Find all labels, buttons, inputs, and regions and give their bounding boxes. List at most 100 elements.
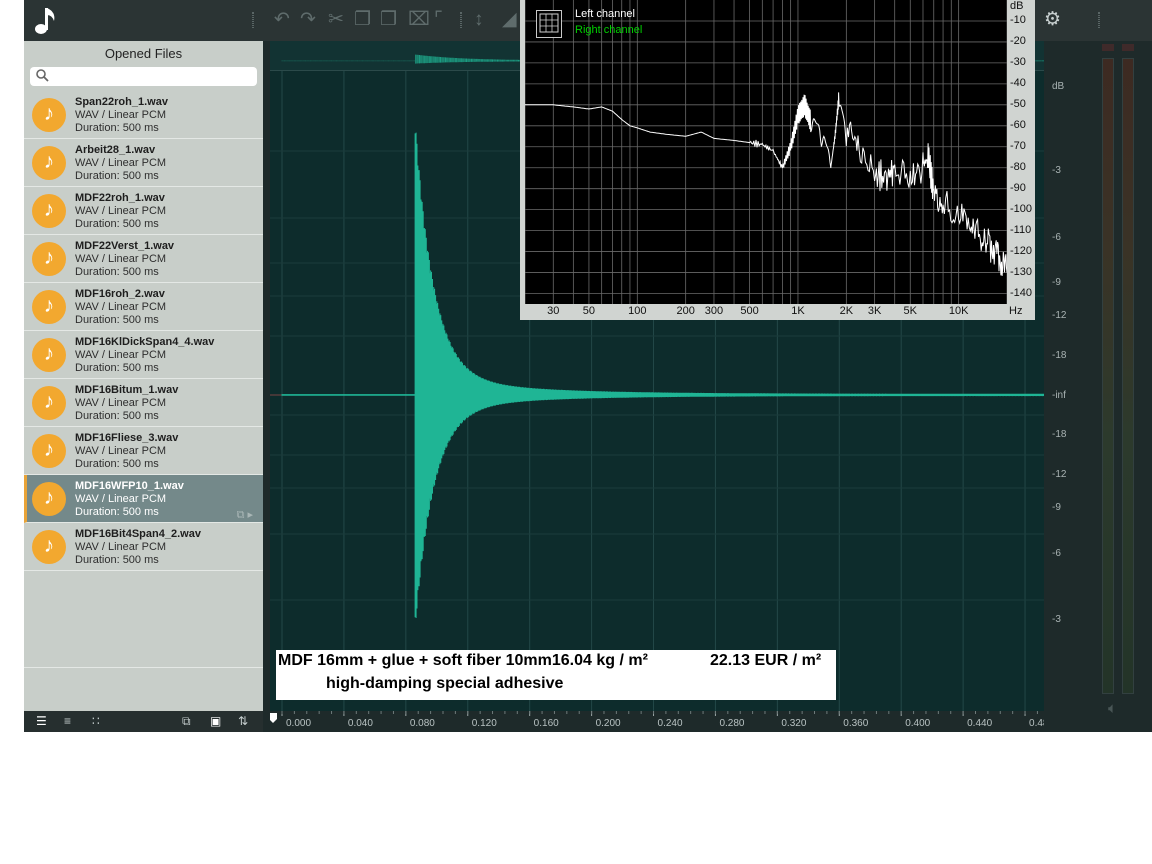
audio-file-icon: ♪: [32, 530, 66, 564]
file-name: Span22roh_1.wav: [75, 96, 168, 108]
toolbar-separator: [1098, 12, 1100, 28]
redo-icon[interactable]: ↷: [300, 10, 316, 30]
meter-peak-right: [1122, 44, 1134, 51]
link-icon[interactable]: ⧉ ▸: [237, 508, 253, 522]
spectrum-y-label: -130: [1010, 265, 1033, 278]
file-format: WAV / Linear PCM: [75, 493, 167, 505]
app-logo-music-note-icon[interactable]: [32, 4, 60, 36]
legend-left-channel: Left channel: [575, 8, 635, 20]
spectrum-y-label: -50: [1010, 97, 1026, 110]
sort-icon[interactable]: ⇅: [238, 714, 248, 728]
spectrum-y-label: -40: [1010, 76, 1026, 89]
amplitude-label: -6: [1052, 232, 1061, 243]
caption-line2: high-damping special adhesive: [326, 675, 564, 692]
file-duration: Duration: 500 ms: [75, 170, 159, 182]
file-list-item[interactable]: ♪ MDF16KlDickSpan4_4.wav WAV / Linear PCM D…: [24, 331, 263, 379]
fade-icon[interactable]: ◢: [502, 10, 517, 30]
file-list-empty-area: [24, 667, 263, 668]
time-label: 0.040: [348, 718, 373, 729]
file-list-item[interactable]: ♪ MDF16Bitum_1.wav WAV / Linear PCM Duratio…: [24, 379, 263, 427]
file-list-item[interactable]: ♪ MDF16Bit4Span4_2.wav WAV / Linear PCM Dur…: [24, 523, 263, 571]
file-format: WAV / Linear PCM: [75, 397, 167, 409]
search-input[interactable]: [52, 68, 252, 84]
time-label: 0.400: [905, 718, 930, 729]
opened-files-panel: Opened Files ♪ Span22roh_1.wav WAV / Linea…: [24, 41, 263, 711]
file-format: WAV / Linear PCM: [75, 445, 167, 457]
playhead-marker[interactable]: [269, 713, 277, 723]
meter-peak-left: [1102, 44, 1114, 51]
spectrum-x-label: 1K: [791, 305, 805, 317]
crop-icon[interactable]: ⌜: [434, 10, 443, 30]
time-label: 0.240: [658, 718, 683, 729]
link-icon[interactable]: ⧉: [182, 714, 191, 729]
file-list-item[interactable]: ♪ MDF16Fliese_3.wav WAV / Linear PCM Durati…: [24, 427, 263, 475]
spectrum-x-label: 50: [582, 305, 596, 317]
file-format: WAV / Linear PCM: [75, 157, 167, 169]
amplitude-label: -3: [1052, 165, 1061, 176]
amplitude-label: dB: [1052, 81, 1065, 92]
file-format: WAV / Linear PCM: [75, 205, 167, 217]
normalize-icon[interactable]: ↕: [474, 10, 484, 30]
audio-file-icon: ♪: [32, 194, 66, 228]
spectrum-analyzer-window: Left channel Right channel dB -10 -20 -30 -4…: [520, 0, 1035, 320]
settings-icon[interactable]: ⚙: [1044, 10, 1061, 30]
file-list-item[interactable]: ♪ MDF16roh_2.wav WAV / Linear PCM Duration:…: [24, 283, 263, 331]
speaker-icon[interactable]: 🔈︎: [1108, 700, 1117, 717]
file-name: MDF22roh_1.wav: [75, 192, 165, 204]
file-format: WAV / Linear PCM: [75, 301, 167, 313]
file-list-item[interactable]: ♪ MDF16WFP10_1.wav WAV / Linear PCM Duratio…: [24, 475, 263, 523]
delete-icon[interactable]: ⌧: [408, 10, 430, 30]
list-detail-icon[interactable]: ☰: [36, 714, 47, 728]
grid-toggle-icon[interactable]: [536, 10, 562, 38]
paste-icon[interactable]: ❒: [380, 10, 397, 30]
amplitude-label: -18: [1052, 429, 1067, 440]
spectrum-y-label: -30: [1010, 55, 1026, 68]
image-icon[interactable]: ▣: [210, 714, 221, 728]
file-list-item[interactable]: ♪ MDF22roh_1.wav WAV / Linear PCM Duration:…: [24, 187, 263, 235]
caption-box: MDF 16mm + glue + soft fiber 10mm16.04 k…: [276, 650, 836, 700]
audio-file-icon: ♪: [32, 434, 66, 468]
undo-icon[interactable]: ↶: [274, 10, 290, 30]
amplitude-scale: dB -3 -6 -9 -12 -18 -inf -18 -12 -9 -6 -3: [1044, 41, 1094, 711]
spectrum-x-label: 3K: [867, 305, 882, 317]
file-duration: Duration: 500 ms: [75, 218, 159, 230]
spectrum-y-label: -10: [1010, 13, 1026, 26]
grid-icon[interactable]: ∷: [92, 714, 100, 728]
file-list-item[interactable]: ♪ Span22roh_1.wav WAV / Linear PCM Duration…: [24, 91, 263, 139]
audio-file-icon: ♪: [32, 338, 66, 372]
audio-file-icon: ♪: [32, 146, 66, 180]
spectrum-x-label: 5K: [903, 305, 917, 317]
file-list: ♪ Span22roh_1.wav WAV / Linear PCM Duration…: [24, 91, 263, 571]
file-duration: Duration: 500 ms: [75, 506, 159, 518]
audio-file-icon: ♪: [32, 242, 66, 276]
time-label: 0.200: [596, 718, 621, 729]
audio-file-icon: ♪: [32, 98, 66, 132]
cut-icon[interactable]: ✂: [328, 10, 344, 30]
time-label: 0.480: [1029, 718, 1044, 729]
spectrum-y-label: -110: [1010, 223, 1032, 236]
time-label: 0.000: [286, 718, 311, 729]
time-label: 0.280: [719, 718, 744, 729]
file-list-item[interactable]: ♪ MDF22Verst_1.wav WAV / Linear PCM Duratio…: [24, 235, 263, 283]
copy-icon[interactable]: ❐: [354, 10, 371, 30]
panel-title: Opened Files: [104, 46, 183, 61]
file-duration: Duration: 500 ms: [75, 410, 159, 422]
spectrum-y-label: -70: [1010, 139, 1026, 152]
time-label: 0.160: [534, 718, 559, 729]
spectrum-x-label: 200: [676, 305, 695, 317]
amplitude-label: -9: [1052, 502, 1061, 513]
time-label: 0.080: [410, 718, 435, 729]
spectrum-y-label: -100: [1010, 202, 1033, 215]
amplitude-label: -9: [1052, 277, 1061, 288]
file-duration: Duration: 500 ms: [75, 122, 159, 134]
spectrum-plot: Left channel Right channel: [525, 0, 1007, 304]
audio-file-icon: ♪: [32, 482, 66, 516]
file-list-item[interactable]: ♪ Arbeit28_1.wav WAV / Linear PCM Duration:…: [24, 139, 263, 187]
legend-right-channel: Right channel: [575, 24, 643, 36]
time-label: 0.360: [843, 718, 868, 729]
search-box[interactable]: [30, 67, 257, 86]
sidebar-footer: ☰ ≡ ∷ ⧉ ▣ ⇅: [24, 711, 263, 732]
spectrum-x-label: 30: [547, 305, 560, 317]
spectrum-y-label: -20: [1010, 34, 1026, 47]
list-icon[interactable]: ≡: [64, 714, 71, 728]
